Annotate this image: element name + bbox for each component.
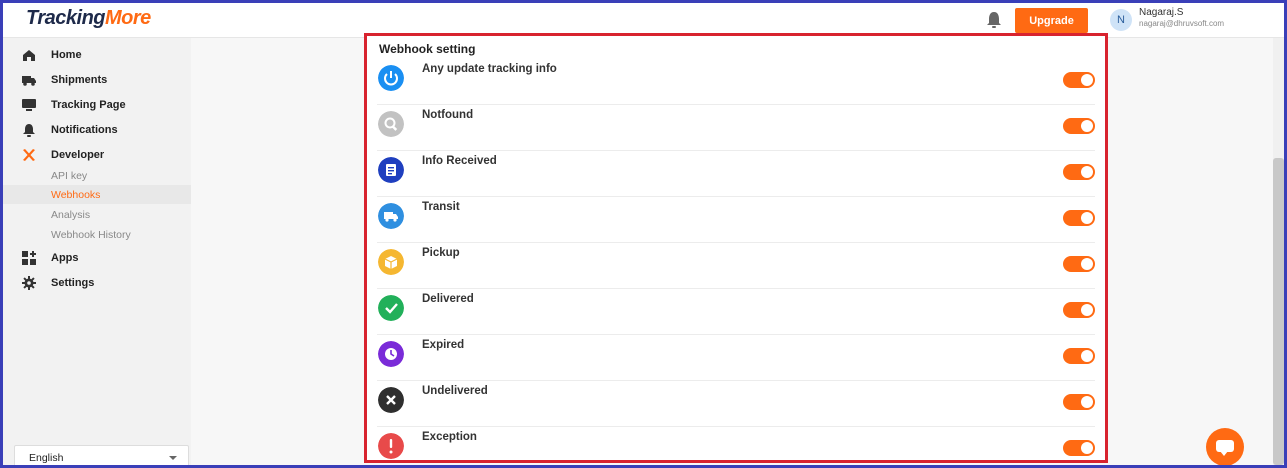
home-icon	[23, 50, 35, 61]
logo[interactable]: TrackingMore	[26, 7, 151, 30]
toggle-switch[interactable]	[1063, 72, 1095, 88]
sidebar-subitem-webhooks[interactable]: Webhooks	[3, 185, 191, 204]
sidebar-item-shipments[interactable]: Shipments	[3, 70, 191, 90]
language-select[interactable]: English	[14, 445, 189, 465]
webhook-label: Any update tracking info	[422, 63, 557, 75]
tools-icon	[23, 149, 35, 161]
webhook-label: Expired	[422, 339, 465, 351]
toggle-switch[interactable]	[1063, 394, 1095, 410]
close-icon	[378, 387, 404, 413]
sidebar-item-tracking-page[interactable]: Tracking Page	[3, 95, 191, 115]
truck-icon	[22, 76, 36, 86]
webhook-row-info-received: Info Received	[367, 151, 1105, 197]
webhook-row-exception: Exception	[367, 427, 1105, 465]
sidebar-item-settings[interactable]: Settings	[3, 273, 191, 293]
sidebar-item-label: Settings	[51, 277, 95, 289]
sidebar: Home Shipments Tracking Page Notificatio…	[3, 38, 191, 465]
toggle-switch[interactable]	[1063, 210, 1095, 226]
gear-icon	[22, 276, 36, 290]
sidebar-item-label: Notifications	[51, 124, 118, 136]
webhook-row-transit: Transit	[367, 197, 1105, 243]
webhook-label: Info Received	[422, 155, 497, 167]
user-name: Nagaraj.S	[1139, 7, 1184, 18]
toggle-switch[interactable]	[1063, 164, 1095, 180]
chevron-down-icon	[169, 456, 177, 460]
sidebar-subitem-api-key[interactable]: API key	[3, 166, 191, 185]
webhook-setting-panel: Webhook setting Any update tracking info…	[364, 33, 1108, 463]
toggle-switch[interactable]	[1063, 348, 1095, 364]
sidebar-item-label: Home	[51, 49, 82, 61]
sidebar-item-label: Apps	[51, 252, 79, 264]
webhook-row-expired: Expired	[367, 335, 1105, 381]
clock-icon	[378, 341, 404, 367]
webhook-row-undelivered: Undelivered	[367, 381, 1105, 427]
document-icon	[378, 157, 404, 183]
webhook-label: Undelivered	[422, 385, 488, 397]
chat-button[interactable]	[1206, 428, 1244, 465]
sidebar-item-apps[interactable]: Apps	[3, 248, 191, 268]
sidebar-subitem-analysis[interactable]: Analysis	[3, 205, 191, 224]
bell-icon	[23, 124, 35, 137]
webhook-label: Transit	[422, 201, 460, 213]
sidebar-subitem-webhook-history[interactable]: Webhook History	[3, 225, 191, 244]
webhook-row-notfound: Notfound	[367, 105, 1105, 151]
truck-icon	[378, 203, 404, 229]
sidebar-item-label: Tracking Page	[51, 99, 126, 111]
bell-icon[interactable]	[985, 10, 1003, 30]
toggle-switch[interactable]	[1063, 440, 1095, 456]
sidebar-item-label: Developer	[51, 149, 105, 161]
webhook-label: Notfound	[422, 109, 474, 121]
webhook-label: Delivered	[422, 293, 474, 305]
webhook-row-any-update: Any update tracking info	[367, 59, 1105, 105]
panel-title: Webhook setting	[379, 42, 476, 56]
toggle-switch[interactable]	[1063, 118, 1095, 134]
sidebar-item-developer[interactable]: Developer	[3, 145, 191, 165]
upgrade-button[interactable]: Upgrade	[1015, 8, 1088, 33]
webhook-row-delivered: Delivered	[367, 289, 1105, 335]
toggle-switch[interactable]	[1063, 256, 1095, 272]
webhook-label: Pickup	[422, 247, 460, 259]
sidebar-item-label: Shipments	[51, 74, 108, 86]
webhook-row-pickup: Pickup	[367, 243, 1105, 289]
avatar[interactable]: N	[1110, 9, 1132, 31]
user-email: nagaraj@dhruvsoft.com	[1139, 19, 1225, 28]
exclamation-icon	[378, 433, 404, 459]
monitor-icon	[22, 99, 36, 111]
sidebar-subitem-label: API key	[51, 170, 88, 182]
sidebar-subitem-label: Analysis	[51, 209, 91, 221]
search-icon	[378, 111, 404, 137]
apps-icon	[22, 251, 36, 265]
sidebar-subitem-label: Webhook History	[51, 229, 131, 241]
sidebar-item-home[interactable]: Home	[3, 45, 191, 65]
language-value: English	[29, 452, 64, 464]
power-icon	[378, 65, 404, 91]
app-window: TrackingMore Upgrade N Nagaraj.S nagaraj…	[3, 3, 1284, 465]
sidebar-item-notifications[interactable]: Notifications	[3, 120, 191, 140]
sidebar-subitem-label: Webhooks	[51, 189, 101, 201]
toggle-switch[interactable]	[1063, 302, 1095, 318]
webhook-label: Exception	[422, 431, 477, 443]
check-icon	[378, 295, 404, 321]
scrollbar-thumb[interactable]	[1273, 158, 1284, 465]
box-icon	[378, 249, 404, 275]
